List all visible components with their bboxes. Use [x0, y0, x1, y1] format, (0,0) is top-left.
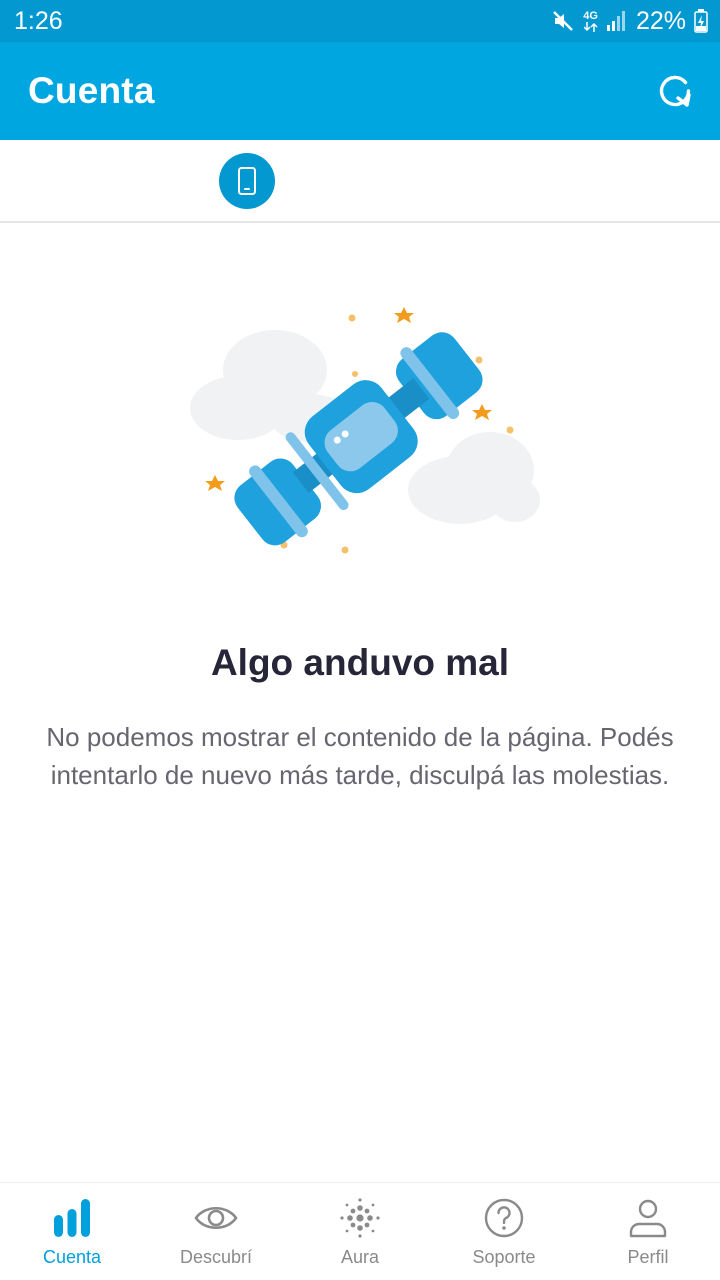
user-icon	[625, 1195, 671, 1241]
phone-icon	[238, 167, 256, 195]
network-type-icon: 4G	[583, 9, 598, 32]
status-icons: 4G 22%	[551, 7, 708, 36]
satellite-illustration	[190, 307, 540, 554]
signal-icon	[606, 10, 628, 32]
bar-chart-icon	[49, 1195, 95, 1241]
line-tab-phone[interactable]	[219, 153, 275, 209]
nav-label: Soporte	[472, 1247, 536, 1267]
nav-item-descubri[interactable]: Descubrí	[144, 1183, 288, 1280]
nav-label: Descubrí	[179, 1247, 253, 1267]
status-bar: 1:26 4G 22%	[0, 0, 720, 42]
error-title: Algo anduvo mal	[210, 642, 510, 683]
nav-item-aura[interactable]: Aura	[288, 1183, 432, 1280]
eye-icon	[193, 1195, 239, 1241]
app-bar: Cuenta	[0, 42, 720, 140]
status-time: 1:26	[14, 6, 63, 35]
nav-item-cuenta[interactable]: Cuenta	[0, 1183, 144, 1280]
nav-item-soporte[interactable]: Soporte	[432, 1183, 576, 1280]
network-type-label: 4G	[583, 9, 598, 22]
page-title: Cuenta	[28, 70, 155, 111]
refresh-icon	[659, 75, 691, 107]
mute-icon	[551, 9, 575, 33]
nav-item-perfil[interactable]: Perfil	[576, 1183, 720, 1280]
nav-label: Perfil	[627, 1247, 669, 1267]
nav-label: Aura	[340, 1247, 380, 1267]
nav-label: Cuenta	[42, 1247, 102, 1267]
refresh-button[interactable]	[652, 68, 698, 114]
dots-cluster-icon	[337, 1195, 383, 1241]
bottom-nav: Cuenta Descubrí Aura Soporte Perfil	[0, 1182, 720, 1280]
error-message: No podemos mostrar el contenido de la pá…	[46, 722, 674, 790]
question-circle-icon	[481, 1195, 527, 1241]
line-selector	[0, 140, 720, 223]
battery-charging-icon	[694, 9, 708, 33]
battery-percent: 22%	[635, 6, 686, 35]
